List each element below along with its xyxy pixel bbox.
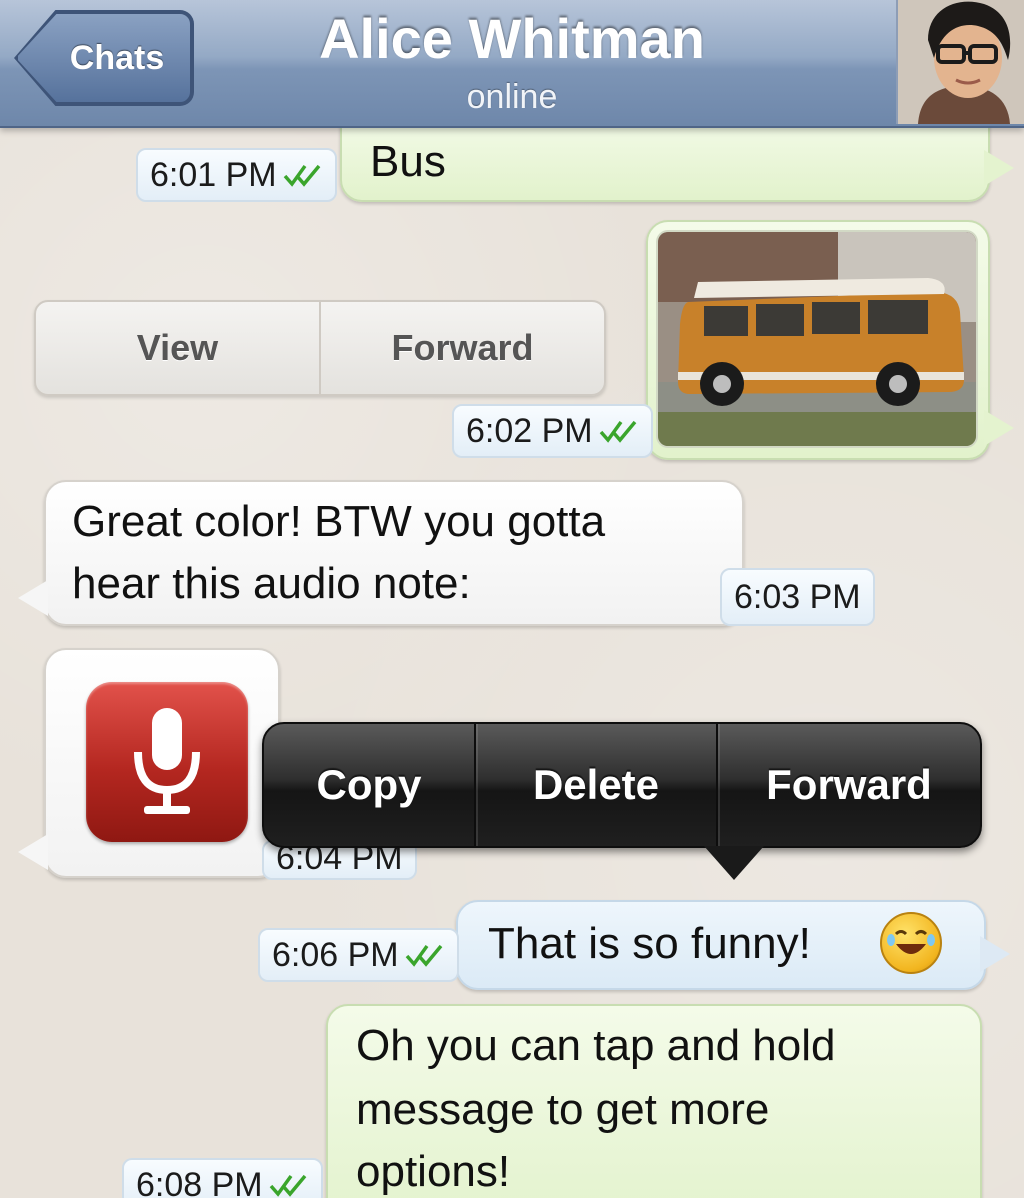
bubble-tail xyxy=(980,936,1010,972)
audio-note-button[interactable] xyxy=(86,682,248,842)
timestamp-text: 6:02 PM xyxy=(466,411,593,450)
bubble-tail xyxy=(18,834,48,870)
microphone-icon xyxy=(134,708,200,814)
message-text-line: message to get more xyxy=(356,1085,770,1134)
context-delete[interactable]: Delete xyxy=(474,724,716,846)
message-timestamp: 6:02 PM xyxy=(452,404,653,458)
double-check-icon xyxy=(283,164,320,187)
timestamp-text: 6:01 PM xyxy=(150,155,277,194)
avatar-portrait-icon xyxy=(898,0,1024,124)
message-timestamp: 6:08 PM xyxy=(122,1158,323,1198)
message-timestamp: 6:01 PM xyxy=(136,148,337,202)
forward-button[interactable]: Forward xyxy=(319,302,604,394)
message-text: Bus xyxy=(370,137,446,186)
navigation-bar: Chats Alice Whitman online xyxy=(0,0,1024,128)
contact-avatar[interactable] xyxy=(896,0,1024,124)
photo-thumbnail[interactable] xyxy=(656,230,978,448)
message-context-menu: Copy Delete Forward xyxy=(262,722,982,848)
photo-actions: View Forward xyxy=(34,300,606,396)
message-timestamp: 6:06 PM xyxy=(258,928,459,982)
context-menu-pointer xyxy=(704,846,764,880)
camper-van-photo xyxy=(658,232,976,446)
message-text-line: Oh you can tap and hold xyxy=(356,1021,836,1070)
context-forward[interactable]: Forward xyxy=(716,724,980,846)
contact-status: online xyxy=(466,78,558,116)
message-text-line: hear this audio note: xyxy=(72,559,471,608)
timestamp-text: 6:03 PM xyxy=(734,577,861,616)
message-text-line: Great color! BTW you gotta xyxy=(72,497,606,546)
context-copy[interactable]: Copy xyxy=(264,724,474,846)
laughing-emoji-icon xyxy=(880,912,942,974)
timestamp-text: 6:06 PM xyxy=(272,935,399,974)
message-text: That is so funny! xyxy=(488,919,811,968)
bubble-tail xyxy=(984,150,1014,186)
double-check-icon xyxy=(405,944,442,967)
contact-name[interactable]: Alice Whitman xyxy=(0,6,1024,71)
timestamp-text: 6:08 PM xyxy=(136,1165,263,1198)
message-timestamp: 6:03 PM xyxy=(720,568,875,626)
double-check-icon xyxy=(599,420,636,443)
message-text-line: options! xyxy=(356,1147,511,1196)
bubble-tail xyxy=(984,410,1014,446)
view-button[interactable]: View xyxy=(36,302,319,394)
double-check-icon xyxy=(269,1174,306,1197)
bubble-tail xyxy=(18,580,48,616)
